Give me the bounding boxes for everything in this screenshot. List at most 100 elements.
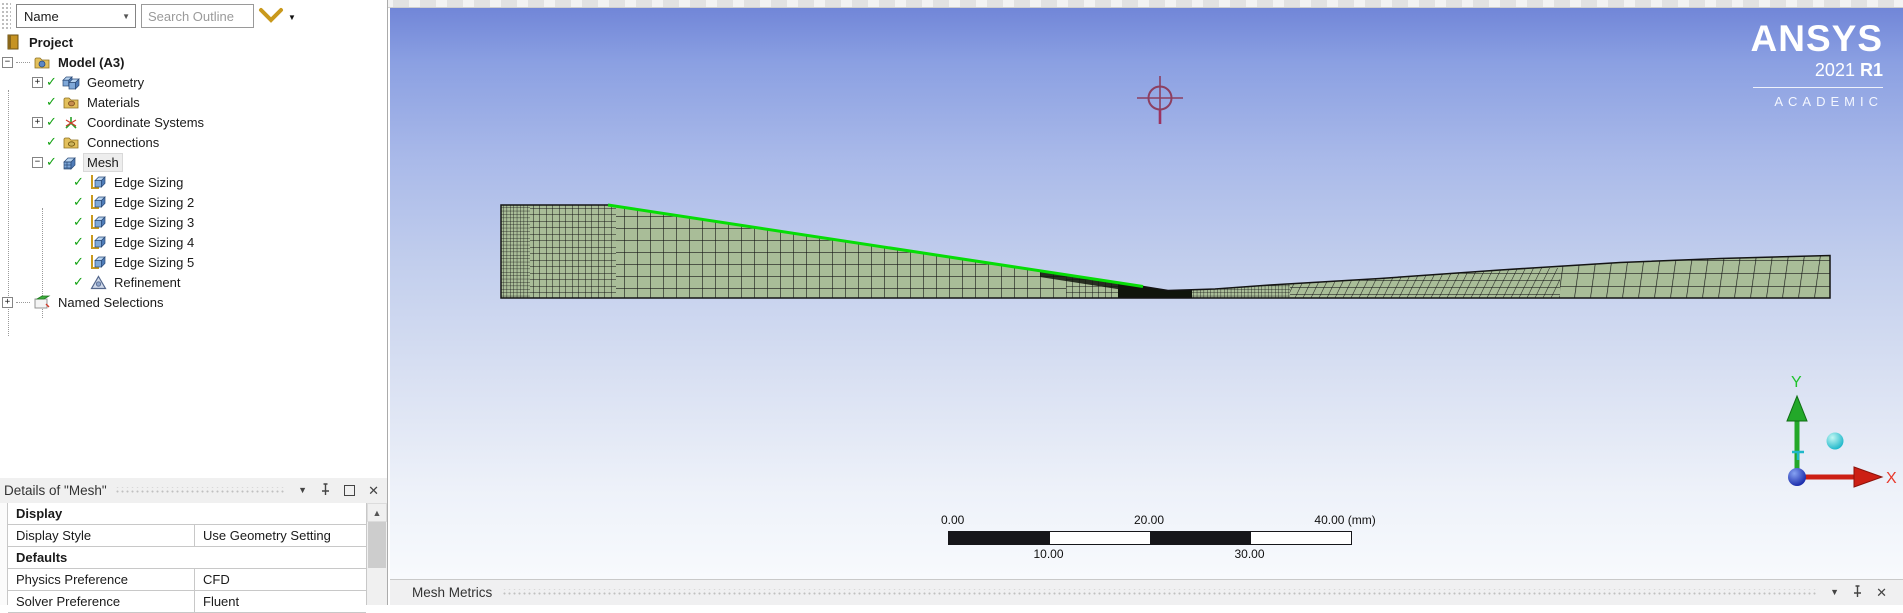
- tree-item-coordinate-systems[interactable]: + ✓ Coordinate Systems: [0, 112, 387, 132]
- tree-item-label[interactable]: Mesh: [83, 152, 123, 172]
- panel-dots: [502, 588, 1819, 597]
- maximize-icon[interactable]: [344, 485, 356, 496]
- details-title: Details of "Mesh": [4, 483, 107, 498]
- tree-item-edge-sizing-2[interactable]: ✓ Edge Sizing 2: [0, 192, 387, 212]
- close-icon[interactable]: ✕: [1876, 586, 1887, 599]
- check-icon: ✓: [46, 154, 57, 169]
- tree-item-label[interactable]: Edge Sizing 5: [111, 254, 197, 271]
- tree-item-mesh[interactable]: − ✓ Mesh: [0, 152, 387, 172]
- tree-item-label[interactable]: Edge Sizing 2: [111, 194, 197, 211]
- details-header[interactable]: Details of "Mesh" ▼ ✕: [0, 478, 387, 503]
- search-input[interactable]: [141, 4, 254, 28]
- tree-item-edge-sizing-4[interactable]: ✓ Edge Sizing 4: [0, 232, 387, 252]
- graphics-viewport[interactable]: Y X ANSYS 2021 R1 ACADEMIC 0.00 20.00 40.0…: [388, 0, 1903, 605]
- project-icon: [4, 34, 22, 50]
- toolbar-grip[interactable]: [1, 2, 11, 30]
- materials-icon: [62, 95, 80, 110]
- check-icon: ✓: [73, 254, 84, 269]
- tree-item-label[interactable]: Named Selections: [55, 294, 167, 311]
- tree-item-geometry[interactable]: + ✓ Geometry: [0, 72, 387, 92]
- mesh-metrics-bar[interactable]: Mesh Metrics ▼ ✕: [390, 579, 1903, 605]
- ruler-tick-label: 30.00: [1234, 547, 1265, 561]
- triad-origin-ball[interactable]: [1788, 468, 1806, 486]
- tree-item-label[interactable]: Coordinate Systems: [84, 114, 207, 131]
- expand-plus-icon[interactable]: +: [2, 296, 13, 308]
- coordinate-triad[interactable]: Y X: [1786, 374, 1897, 488]
- chevron-down-icon[interactable]: [258, 7, 284, 27]
- dropdown-icon[interactable]: ▼: [298, 486, 307, 495]
- tree-item-materials[interactable]: ✓ Materials: [0, 92, 387, 112]
- tree-item-edge-sizing[interactable]: ✓ Edge Sizing: [0, 172, 387, 192]
- tree-item-label[interactable]: Refinement: [111, 274, 183, 291]
- mesh-icon: [62, 155, 80, 170]
- details-row-value[interactable]: CFD: [195, 569, 366, 590]
- tree-item-label[interactable]: Model (A3): [55, 54, 127, 71]
- expand-plus-icon[interactable]: +: [32, 76, 43, 88]
- scale-ruler-bar: [948, 531, 1352, 545]
- tree-item-project[interactable]: Project: [0, 32, 387, 52]
- tree-item-model-a3-[interactable]: − Model (A3): [0, 52, 387, 72]
- tree-item-refinement[interactable]: ✓ Refinement: [0, 272, 387, 292]
- collapse-minus-icon[interactable]: −: [2, 56, 13, 68]
- close-icon[interactable]: ✕: [368, 484, 379, 497]
- pin-icon[interactable]: [1852, 584, 1863, 601]
- mesh-body[interactable]: [500, 203, 1831, 299]
- ruler-tick-label: 20.00: [1133, 513, 1165, 527]
- details-pane: Details of "Mesh" ▼ ✕ Display Display Sty…: [0, 478, 387, 613]
- named-selections-icon: [33, 295, 51, 310]
- details-row[interactable]: Solver Preference Fluent: [8, 591, 366, 613]
- outline-tree: Project − Model (A3) + ✓ Geometry ✓ Materials + ✓…: [0, 32, 387, 478]
- details-row-label: Solver Preference: [8, 591, 195, 612]
- tree-item-edge-sizing-5[interactable]: ✓ Edge Sizing 5: [0, 252, 387, 272]
- check-icon: ✓: [73, 174, 84, 189]
- tree-item-named-selections[interactable]: + Named Selections: [0, 292, 387, 312]
- ruler-segment: [1150, 532, 1251, 544]
- tree-item-connections[interactable]: ✓ Connections: [0, 132, 387, 152]
- caret-down-icon[interactable]: ▼: [288, 13, 296, 22]
- edge-sizing-icon: [89, 254, 107, 270]
- tree-item-label[interactable]: Edge Sizing 3: [111, 214, 197, 231]
- connections-icon: [62, 135, 80, 150]
- ruler-segment: [949, 532, 1050, 544]
- pin-icon[interactable]: [320, 482, 331, 499]
- ruler-segment: [1049, 532, 1150, 544]
- ansys-logo: ANSYS 2021 R1 ACADEMIC: [1751, 19, 1883, 108]
- triad-y-label: Y: [1791, 374, 1802, 391]
- tree-item-label[interactable]: Edge Sizing 4: [111, 234, 197, 251]
- edge-sizing-icon: [89, 194, 107, 210]
- details-row[interactable]: Display Style Use Geometry Setting: [8, 525, 366, 547]
- tree-item-label[interactable]: Materials: [84, 94, 143, 111]
- expand-plus-icon[interactable]: +: [32, 116, 43, 128]
- mesh-scene: Y X: [500, 76, 1897, 488]
- check-icon: ✓: [73, 274, 84, 289]
- iso-view-ball[interactable]: [1826, 432, 1844, 450]
- details-row-value[interactable]: Fluent: [195, 591, 366, 612]
- dropdown-icon[interactable]: ▼: [1830, 588, 1839, 597]
- tree-item-label[interactable]: Project: [26, 34, 76, 51]
- details-row-label: Physics Preference: [8, 569, 195, 590]
- details-gutter: [0, 503, 8, 605]
- edge-sizing-icon: [89, 234, 107, 250]
- tree-item-label[interactable]: Edge Sizing: [111, 174, 186, 191]
- collapse-minus-icon[interactable]: −: [32, 156, 43, 168]
- tree-item-edge-sizing-3[interactable]: ✓ Edge Sizing 3: [0, 212, 387, 232]
- model-canvas[interactable]: Y X ANSYS 2021 R1 ACADEMIC 0.00 20.00 40.0…: [390, 8, 1903, 579]
- scroll-up-icon[interactable]: ▲: [367, 503, 387, 522]
- check-icon: ✓: [46, 134, 57, 149]
- logo-version: 2021 R1: [1814, 59, 1883, 80]
- ruler-tick-label: 40.00 (mm): [1314, 513, 1376, 527]
- details-row-value[interactable]: Use Geometry Setting: [195, 525, 366, 546]
- filter-type-label: Name: [24, 8, 59, 24]
- outline-panel: Name ▼ ▼ Project−Model (A3)+✓Geometry✓Ma…: [0, 0, 388, 613]
- tree-item-label[interactable]: Geometry: [84, 74, 147, 91]
- clipped-toolbar-strip: [388, 0, 1903, 8]
- edge-sizing-icon: [89, 174, 107, 190]
- panel-dots: [114, 486, 287, 495]
- details-row[interactable]: Physics Preference CFD: [8, 569, 366, 591]
- rotation-center-crosshair: [1137, 76, 1183, 124]
- details-scrollbar[interactable]: ▲: [367, 503, 387, 605]
- filter-type-select[interactable]: Name ▼: [16, 4, 136, 28]
- scrollbar-thumb[interactable]: [368, 522, 386, 568]
- tree-item-label[interactable]: Connections: [84, 134, 162, 151]
- tree-connector-stub: [16, 61, 30, 63]
